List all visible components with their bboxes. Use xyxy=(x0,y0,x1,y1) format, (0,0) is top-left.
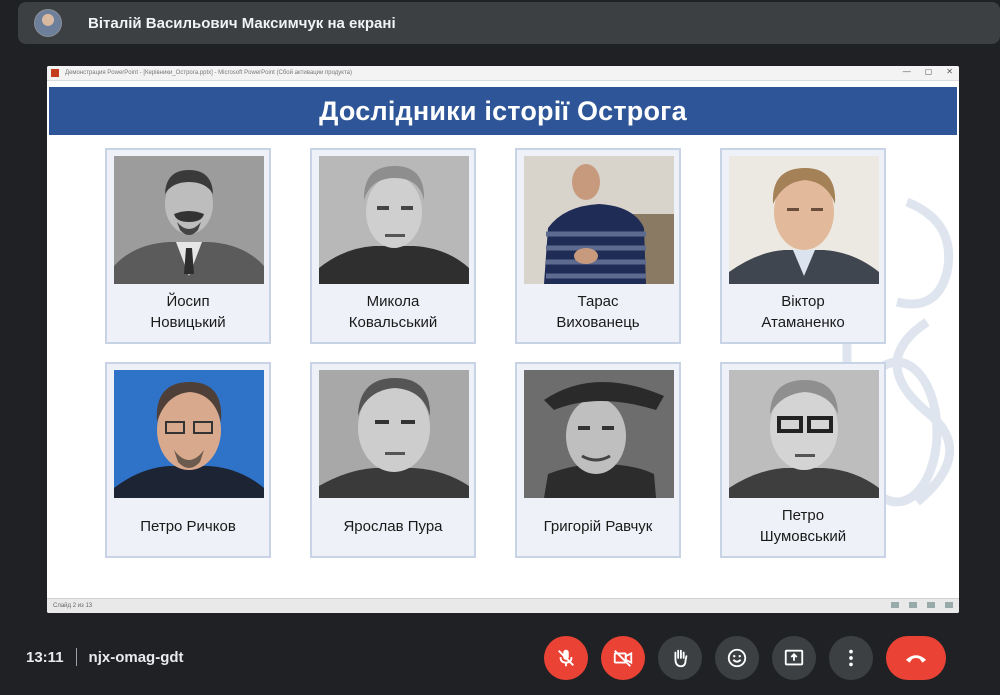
portrait-photo-icon xyxy=(524,156,674,284)
person-name: Петро Шумовський xyxy=(759,507,847,545)
meeting-info: 13:11 njx-omag-gdt xyxy=(26,648,184,666)
person-name: Григорій Равчук xyxy=(543,517,653,535)
portrait-photo-icon xyxy=(319,370,469,498)
meeting-time: 13:11 xyxy=(26,648,64,666)
view-reading-icon[interactable] xyxy=(927,602,935,608)
slide: Дослідники історії Острога Йосип Новицьк… xyxy=(47,82,959,599)
portrait-photo-icon xyxy=(524,370,674,498)
end-call-button[interactable] xyxy=(886,636,946,680)
emoji-icon xyxy=(727,648,747,668)
mic-off-icon xyxy=(558,649,574,667)
minimize-icon[interactable]: — xyxy=(903,67,911,76)
shared-presentation-window: Демонстрация PowerPoint - [Керівники_Ост… xyxy=(47,66,959,613)
maximize-icon[interactable]: ▢ xyxy=(925,67,933,76)
presenter-banner-text: Віталій Васильович Максимчук на екрані xyxy=(88,14,396,32)
meeting-code[interactable]: njx-omag-gdt xyxy=(89,649,184,666)
person-name: Петро Ричков xyxy=(140,517,236,535)
window-statusbar: Слайд 2 из 13 xyxy=(47,598,959,613)
slide-title: Дослідники історії Острога xyxy=(319,95,687,126)
emoji-button[interactable] xyxy=(715,636,759,680)
person-card: Віктор Атаманенко xyxy=(720,148,886,344)
view-sorter-icon[interactable] xyxy=(909,602,917,608)
portrait-photo-icon xyxy=(319,156,469,284)
person-card: Тарас Вихованець xyxy=(515,148,681,344)
powerpoint-icon xyxy=(51,69,59,77)
person-name: Тарас Вихованець xyxy=(556,293,640,331)
window-title: Демонстрация PowerPoint - [Керівники_Ост… xyxy=(65,70,353,76)
zoom-icon[interactable] xyxy=(945,602,953,608)
person-card: Григорій Равчук xyxy=(515,362,681,558)
person-card: Ярослав Пура xyxy=(310,362,476,558)
person-name: Йосип Новицький xyxy=(150,293,226,331)
view-normal-icon[interactable] xyxy=(891,602,899,608)
window-titlebar: Демонстрация PowerPoint - [Керівники_Ост… xyxy=(47,66,959,81)
end-call-icon xyxy=(905,655,927,663)
present-screen-button[interactable] xyxy=(772,636,816,680)
raise-hand-button[interactable] xyxy=(658,636,702,680)
more-options-button[interactable] xyxy=(829,636,873,680)
person-name: Микола Ковальський xyxy=(348,293,438,331)
mic-off-button[interactable] xyxy=(544,636,588,680)
portrait-photo-icon xyxy=(114,370,264,498)
portrait-photo-icon xyxy=(114,156,264,284)
person-name: Віктор Атаманенко xyxy=(761,293,845,331)
person-card: Петро Ричков xyxy=(105,362,271,558)
portrait-photo-icon xyxy=(729,370,879,498)
slide-title-bar: Дослідники історії Острога xyxy=(49,87,957,135)
close-icon[interactable]: ✕ xyxy=(946,67,953,76)
person-name: Ярослав Пура xyxy=(343,517,443,535)
presenter-banner: Віталій Васильович Максимчук на екрані xyxy=(18,2,1000,44)
person-card: Петро Шумовський xyxy=(720,362,886,558)
more-options-icon xyxy=(849,649,853,667)
portrait-photo-icon xyxy=(729,156,879,284)
divider xyxy=(75,648,77,666)
camera-off-button[interactable] xyxy=(601,636,645,680)
raise-hand-icon xyxy=(674,649,688,668)
person-card: Микола Ковальський xyxy=(310,148,476,344)
presenter-avatar xyxy=(34,9,62,37)
present-screen-icon xyxy=(784,649,804,666)
camera-off-icon xyxy=(613,650,633,667)
slide-counter: Слайд 2 из 13 xyxy=(53,603,93,609)
person-card: Йосип Новицький xyxy=(105,148,271,344)
